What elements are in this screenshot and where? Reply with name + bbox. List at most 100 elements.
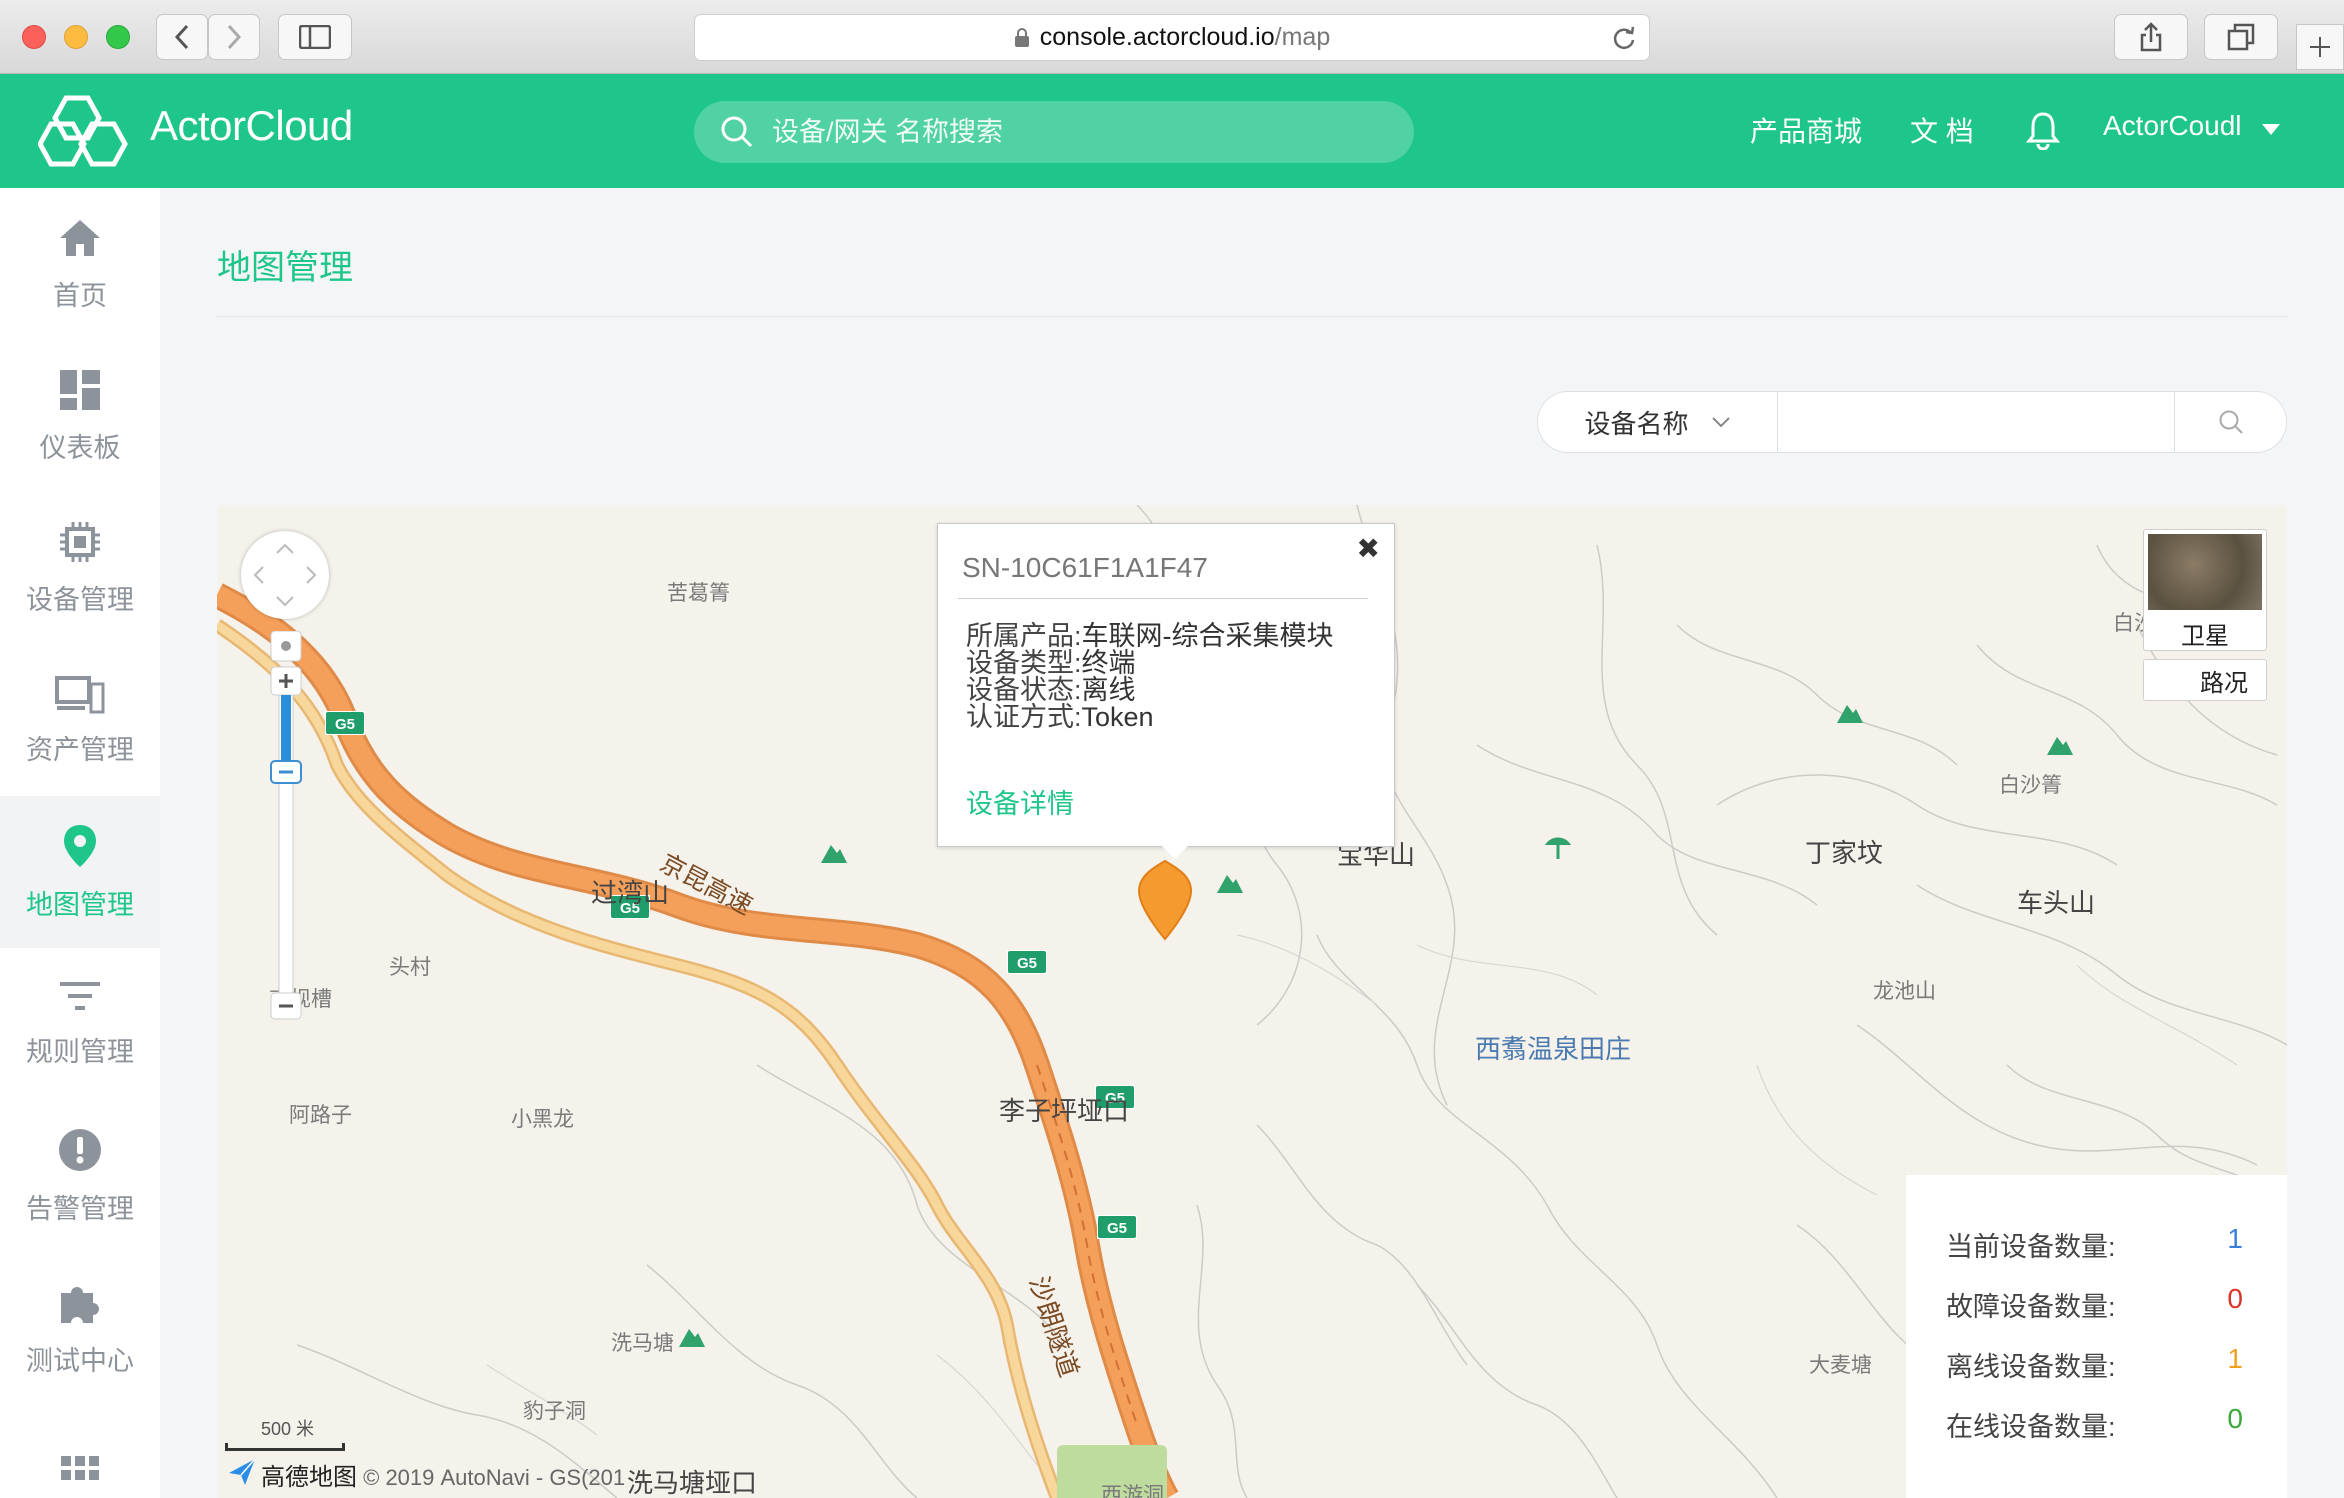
tabs-overview-button[interactable] xyxy=(2204,14,2278,60)
filter-icon xyxy=(60,981,100,1010)
sidebar-item-label: 首页 xyxy=(53,280,107,311)
maximize-window-button[interactable] xyxy=(106,25,130,49)
sidebar-item-alerts[interactable]: 告警管理 xyxy=(0,1100,160,1252)
place-label: 李子坪垭口 xyxy=(999,1096,1130,1126)
svg-text:G5: G5 xyxy=(1107,1220,1127,1237)
sidebar-item-map[interactable]: 地图管理 xyxy=(0,796,160,948)
satellite-layer-button[interactable]: 卫星 xyxy=(2143,529,2267,651)
filter-search-button[interactable] xyxy=(2174,392,2286,452)
highway-shield-icon: G5 xyxy=(1097,1215,1137,1239)
zoom-level-fill xyxy=(281,695,291,761)
plus-icon xyxy=(2310,37,2330,57)
search-icon xyxy=(721,116,753,148)
share-icon xyxy=(2140,22,2162,52)
chevron-down-icon xyxy=(1711,417,1730,428)
product-store-link[interactable]: 产品商城 xyxy=(1750,110,1862,150)
hot-spring-icon xyxy=(1545,837,1571,859)
filter-field-value: 设备名称 xyxy=(1584,408,1689,439)
mountain-icon xyxy=(1217,875,1243,893)
place-label: 洗马塘 xyxy=(611,1332,674,1355)
new-tab-button[interactable] xyxy=(2296,24,2344,70)
minimize-window-button[interactable] xyxy=(64,25,88,49)
sidebar-toggle-button[interactable] xyxy=(278,14,352,60)
stat-value-fault: 0 xyxy=(2227,1283,2243,1314)
docs-link[interactable]: 文 档 xyxy=(1910,110,1974,150)
copyright-brand: 高德地图 xyxy=(261,1464,357,1491)
mountain-icon xyxy=(821,845,847,863)
share-button[interactable] xyxy=(2114,14,2188,60)
bell-icon[interactable] xyxy=(2026,110,2060,150)
browser-chrome: console.actorcloud.io/map xyxy=(0,0,2344,74)
stat-value-current: 1 xyxy=(2227,1223,2243,1254)
satellite-label: 卫星 xyxy=(2181,623,2229,650)
chip-icon xyxy=(60,521,100,562)
actorcloud-logo-icon xyxy=(38,95,128,167)
stat-label-fault: 故障设备数量: xyxy=(1946,1292,2116,1322)
devices-icon xyxy=(55,675,105,713)
sidebar-item-devices[interactable]: 设备管理 xyxy=(0,492,160,644)
map-scale: 500 米 xyxy=(225,1415,345,1451)
divider xyxy=(217,316,2287,317)
dashboard-icon xyxy=(60,369,100,410)
sidebar-item-assets[interactable]: 资产管理 xyxy=(0,644,160,796)
forward-button[interactable] xyxy=(208,14,260,60)
puzzle-icon xyxy=(61,1286,99,1323)
sidebar-item-label: 测试中心 xyxy=(26,1345,134,1376)
traffic-layer-button[interactable]: 路况 xyxy=(2143,659,2267,701)
map-pan-control[interactable] xyxy=(241,531,329,619)
page-title: 地图管理 xyxy=(217,249,353,287)
tabs-icon xyxy=(2227,23,2255,51)
sidebar-item-dashboard[interactable]: 仪表板 xyxy=(0,340,160,492)
filter-field-select[interactable]: 设备名称 xyxy=(1538,392,1778,452)
place-label: 过湾山 xyxy=(591,878,670,908)
copyright-text: © 2019 AutoNavi - GS(201 xyxy=(363,1465,626,1490)
place-label: 小黑龙 xyxy=(511,1108,574,1131)
device-info-popup: SN-10C61F1A1F47 ✖ 所属产品:车联网-综合采集模块 设备类型:终… xyxy=(937,523,1395,847)
map-zoom-control[interactable] xyxy=(269,631,303,1021)
stat-label-online: 在线设备数量: xyxy=(1946,1412,2116,1442)
place-label: 车头山 xyxy=(2017,888,2096,918)
stat-label-offline: 离线设备数量: xyxy=(1946,1352,2116,1382)
place-label: 白沙箐 xyxy=(1999,774,2062,797)
alert-icon xyxy=(59,1128,101,1171)
device-filter: 设备名称 xyxy=(1537,391,2287,453)
map-copyright: 高德地图 © 2019 AutoNavi - GS(201 xyxy=(261,1457,625,1492)
sidebar-icon xyxy=(299,25,331,49)
reload-icon[interactable] xyxy=(1611,25,1637,51)
caret-down-icon[interactable] xyxy=(2262,124,2280,136)
device-detail-link[interactable]: 设备详情 xyxy=(966,782,1074,821)
sidebar-item-label: 仪表板 xyxy=(39,432,121,463)
popup-row-auth: 认证方式:Token xyxy=(966,695,1154,734)
scale-bar xyxy=(225,1443,345,1451)
global-search[interactable] xyxy=(694,101,1414,163)
place-label: 豹子洞 xyxy=(523,1400,586,1423)
sidebar-item-label: 地图管理 xyxy=(26,889,134,920)
highway-shield-icon: G5 xyxy=(325,711,365,735)
home-icon xyxy=(60,219,100,256)
map-view[interactable]: G5 G5 G5 G5 G5 京昆高速 沙朗隧道 苦葛箐 过湾山 头村 高枧槽 … xyxy=(217,505,2287,1498)
url-host: console.actorcloud.io xyxy=(1039,23,1275,51)
sidebar-item-test-center[interactable]: 测试中心 xyxy=(0,1252,160,1404)
sidebar-item-rules[interactable]: 规则管理 xyxy=(0,948,160,1100)
place-label: 西翥温泉田庄 xyxy=(1475,1034,1632,1064)
popup-close-button[interactable]: ✖ xyxy=(1357,532,1380,565)
close-window-button[interactable] xyxy=(22,25,46,49)
svg-text:G5: G5 xyxy=(1017,955,1037,972)
more-apps-icon[interactable] xyxy=(61,1456,99,1490)
scale-label: 500 米 xyxy=(261,1419,315,1439)
place-label: 丁家坟 xyxy=(1805,838,1884,868)
highway-shield-icon: G5 xyxy=(1007,950,1047,974)
place-label: 西游洞 xyxy=(1101,1484,1164,1498)
device-serial: SN-10C61F1A1F47 xyxy=(962,552,1208,583)
sidebar-item-home[interactable]: 首页 xyxy=(0,188,160,340)
chevron-right-icon xyxy=(227,24,242,50)
filter-input[interactable] xyxy=(1778,392,2174,452)
sidebar: 首页 仪表板 设备管理 资产管理 地图管理 规则管理 告警管理 测试中心 xyxy=(0,188,160,1498)
global-search-input[interactable] xyxy=(772,116,1332,148)
sidebar-item-label: 资产管理 xyxy=(26,734,134,765)
device-marker-icon[interactable] xyxy=(1135,857,1195,943)
user-menu[interactable]: ActorCoudl xyxy=(2103,110,2242,142)
back-button[interactable] xyxy=(156,14,208,60)
url-bar[interactable]: console.actorcloud.io/map xyxy=(694,14,1650,61)
mountain-icon xyxy=(679,1329,705,1347)
